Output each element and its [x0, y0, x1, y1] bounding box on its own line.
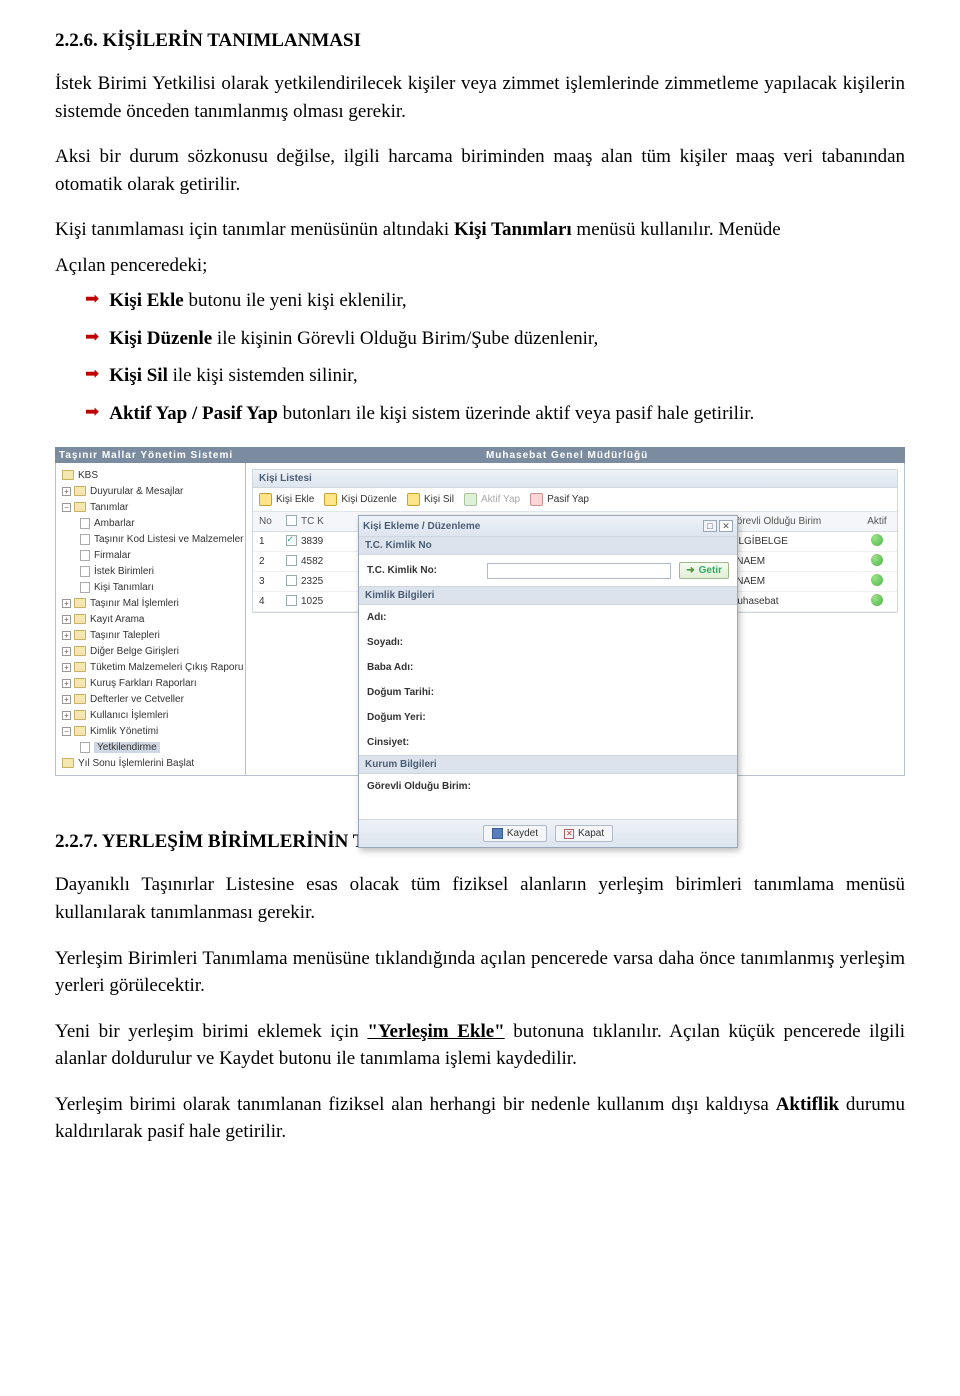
tc-kimlik-input[interactable] — [487, 563, 671, 579]
tree-item-ambarlar[interactable]: Ambarlar — [60, 515, 245, 531]
active-dot-icon — [871, 574, 883, 586]
paragraph: Açılan penceredeki; — [55, 252, 905, 280]
tree-item-defter[interactable]: +Defterler ve Cetveller — [60, 691, 245, 707]
tree-item-kullanici[interactable]: +Kullanıcı İşlemleri — [60, 707, 245, 723]
paragraph: Aksi bir durum sözkonusu değilse, ilgili… — [55, 143, 905, 198]
active-dot-icon — [871, 534, 883, 546]
arrow-icon: ➡ — [85, 287, 99, 312]
cinsiyet-label: Cinsiyet: — [367, 737, 487, 748]
bullet-list: ➡ Kişi Ekle butonu ile yeni kişi eklenil… — [55, 287, 905, 427]
pasif-yap-button[interactable]: Pasif Yap — [530, 493, 589, 506]
paragraph: Yerleşim birimi olarak tanımlanan fiziks… — [55, 1091, 905, 1146]
row-checkbox[interactable] — [286, 595, 297, 606]
kisi-ekle-button[interactable]: Kişi Ekle — [259, 493, 314, 506]
modal-restore-button[interactable]: □ — [703, 520, 717, 532]
paragraph: Yeni bir yerleşim birimi eklemek için "Y… — [55, 1018, 905, 1073]
activate-icon — [464, 493, 477, 506]
modal-section-tc: T.C. Kimlik No — [359, 536, 737, 555]
app-screenshot: Taşınır Mallar Yönetim Sistemi Muhasebat… — [55, 447, 905, 776]
list-item: ➡ Kişi Sil ile kişi sistemden silinir, — [55, 362, 905, 390]
tree-item-tuke[interactable]: +Tüketim Malzemeleri Çıkış Raporu — [60, 659, 245, 675]
row-checkbox[interactable] — [286, 555, 297, 566]
paragraph: Yerleşim Birimleri Tanımlama menüsüne tı… — [55, 945, 905, 1000]
app-title: Taşınır Mallar Yönetim Sistemi — [59, 450, 233, 461]
user-edit-icon — [324, 493, 337, 506]
tree-item-yetki[interactable]: Yetkilendirme — [60, 739, 245, 755]
save-icon — [492, 828, 503, 839]
tree-item-tmi[interactable]: +Taşınır Mal İşlemleri — [60, 595, 245, 611]
modal-title: Kişi Ekleme / Düzenleme — [363, 521, 701, 532]
arrow-icon: ➡ — [85, 362, 99, 387]
adi-label: Adı: — [367, 612, 487, 623]
tree-item-kayit[interactable]: +Kayıt Arama — [60, 611, 245, 627]
tree-item-tkod[interactable]: Taşınır Kod Listesi ve Malzemeler — [60, 531, 245, 547]
list-item: ➡ Kişi Ekle butonu ile yeni kişi eklenil… — [55, 287, 905, 315]
row-checkbox[interactable] — [286, 575, 297, 586]
checkbox-all[interactable] — [286, 515, 297, 526]
toolbar: Kişi Ekle Kişi Düzenle Kişi Sil Aktif Ya… — [253, 488, 897, 512]
tree-item-tanimlar[interactable]: −Tanımlar — [60, 499, 245, 515]
dogum-tarihi-label: Doğum Tarihi: — [367, 687, 487, 698]
tree-item-kurus[interactable]: +Kuruş Farkları Raporları — [60, 675, 245, 691]
deactivate-icon — [530, 493, 543, 506]
user-delete-icon — [407, 493, 420, 506]
active-dot-icon — [871, 554, 883, 566]
user-add-icon — [259, 493, 272, 506]
paragraph: Kişi tanımlaması için tanımlar menüsünün… — [55, 216, 905, 244]
tree-item-kbs[interactable]: KBS — [60, 467, 245, 483]
active-dot-icon — [871, 594, 883, 606]
modal-section-kurum: Kurum Bilgileri — [359, 755, 737, 774]
nav-tree: KBS +Duyurular & Mesajlar −Tanımlar Amba… — [56, 463, 246, 775]
tree-item-yilsonu[interactable]: Yıl Sonu İşlemlerini Başlat — [60, 755, 245, 771]
close-icon — [564, 829, 574, 839]
list-item: ➡ Aktif Yap / Pasif Yap butonları ile ki… — [55, 400, 905, 428]
modal-footer: Kaydet Kapat — [359, 819, 737, 847]
soyadi-label: Soyadı: — [367, 637, 487, 648]
app-titlebar: Taşınır Mallar Yönetim Sistemi Muhasebat… — [55, 447, 905, 463]
tree-item-talep[interactable]: +Taşınır Talepleri — [60, 627, 245, 643]
paragraph: İstek Birimi Yetkilisi olarak yetkilendi… — [55, 70, 905, 125]
tree-item-kimlik[interactable]: −Kimlik Yönetimi — [60, 723, 245, 739]
arrow-icon: ➡ — [85, 400, 99, 425]
getir-button[interactable]: ➜Getir — [679, 562, 729, 579]
aktif-yap-button[interactable]: Aktif Yap — [464, 493, 520, 506]
tree-item-duyurular[interactable]: +Duyurular & Mesajlar — [60, 483, 245, 499]
list-item: ➡ Kişi Düzenle ile kişinin Görevli Olduğ… — [55, 325, 905, 353]
modal-close-button[interactable]: ✕ — [719, 520, 733, 532]
baba-adi-label: Baba Adı: — [367, 662, 487, 673]
kapat-button[interactable]: Kapat — [555, 825, 613, 842]
arrow-icon: ➡ — [85, 325, 99, 350]
tree-item-firmalar[interactable]: Firmalar — [60, 547, 245, 563]
modal-header: Kişi Ekleme / Düzenleme □ ✕ — [359, 516, 737, 536]
dogum-yeri-label: Doğum Yeri: — [367, 712, 487, 723]
tree-item-diger[interactable]: +Diğer Belge Girişleri — [60, 643, 245, 659]
gorevli-birim-label: Görevli Olduğu Birim: — [367, 781, 537, 792]
panel-title: Kişi Listesi — [253, 470, 897, 488]
paragraph: Dayanıklı Taşınırlar Listesine esas olac… — [55, 871, 905, 926]
section-226-heading: 2.2.6. KİŞİLERİN TANIMLANMASI — [55, 30, 905, 52]
kisi-sil-button[interactable]: Kişi Sil — [407, 493, 454, 506]
arrow-right-icon: ➜ — [686, 565, 694, 576]
tree-item-istek[interactable]: İstek Birimleri — [60, 563, 245, 579]
tc-kimlik-label: T.C. Kimlik No: — [367, 565, 487, 576]
tc-kimlik-row: T.C. Kimlik No: ➜Getir — [359, 555, 737, 586]
tree-item-kisi[interactable]: Kişi Tanımları — [60, 579, 245, 595]
row-checkbox[interactable] — [286, 535, 297, 546]
kisi-duzenle-button[interactable]: Kişi Düzenle — [324, 493, 397, 506]
app-subtitle: Muhasebat Genel Müdürlüğü — [486, 450, 648, 461]
kaydet-button[interactable]: Kaydet — [483, 825, 547, 842]
modal-section-kimlik: Kimlik Bilgileri — [359, 586, 737, 605]
kisi-ekleme-modal: Kişi Ekleme / Düzenleme □ ✕ T.C. Kimlik … — [358, 515, 738, 848]
